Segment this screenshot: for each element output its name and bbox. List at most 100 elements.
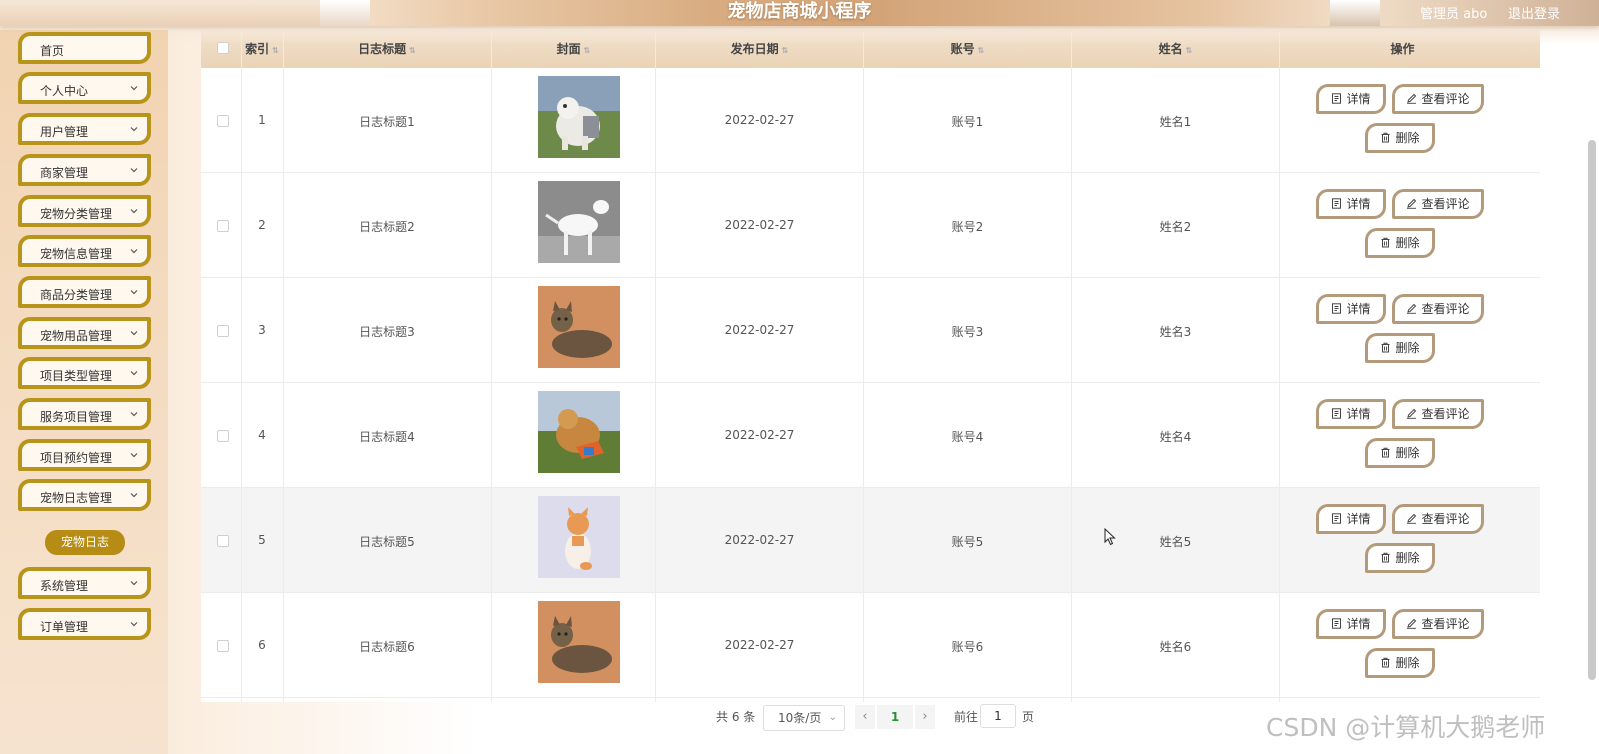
- column-header-label: 索引: [245, 42, 270, 56]
- chevron-down-icon: [130, 209, 138, 214]
- prev-page-button[interactable]: ‹: [855, 705, 875, 729]
- chevron-down-icon: [130, 581, 138, 586]
- view-comments-button-label: 查看评论: [1421, 197, 1470, 211]
- column-header-label: 姓名: [1158, 42, 1183, 56]
- sort-icon: ⇅: [1185, 46, 1193, 55]
- chevron-down-icon: [130, 249, 138, 254]
- row-date: 2022-02-27: [724, 533, 795, 547]
- cover-image[interactable]: [538, 181, 620, 263]
- row-name: 姓名2: [1159, 220, 1192, 234]
- chevron-left-icon: ‹: [862, 709, 868, 724]
- sidebar-item-pet-info[interactable]: 宠物信息管理: [18, 235, 151, 267]
- detail-button-label: 详情: [1346, 92, 1371, 106]
- mouse-cursor-icon: [1104, 528, 1116, 546]
- detail-button[interactable]: 详情: [1316, 84, 1386, 114]
- document-icon: [1332, 513, 1342, 524]
- sidebar-item-project-booking[interactable]: 项目预约管理: [18, 439, 151, 471]
- row-title: 日志标题3: [359, 325, 415, 339]
- sidebar-item-personal-center[interactable]: 个人中心: [18, 72, 151, 104]
- chevron-down-icon: [130, 412, 138, 417]
- column-header-label: 封面: [556, 42, 581, 56]
- delete-button[interactable]: 删除: [1365, 648, 1435, 678]
- logout-link[interactable]: 退出登录: [1508, 3, 1560, 22]
- row-title: 日志标题5: [359, 535, 415, 549]
- detail-button-label: 详情: [1346, 197, 1371, 211]
- top-header: 宠物店商城小程序 管理员 abo 退出登录: [0, 0, 1599, 26]
- delete-button[interactable]: 删除: [1365, 543, 1435, 573]
- chevron-down-icon: [130, 493, 138, 498]
- view-comments-button[interactable]: 查看评论: [1392, 294, 1484, 324]
- chevron-down-icon: [130, 622, 138, 627]
- row-checkbox[interactable]: [217, 325, 229, 337]
- view-comments-button[interactable]: 查看评论: [1392, 504, 1484, 534]
- delete-button[interactable]: 删除: [1365, 333, 1435, 363]
- sidebar-item-pet-supplies[interactable]: 宠物用品管理: [18, 317, 151, 349]
- delete-button[interactable]: 删除: [1365, 123, 1435, 153]
- document-icon: [1332, 303, 1342, 314]
- detail-button[interactable]: 详情: [1316, 189, 1386, 219]
- cover-image[interactable]: [538, 601, 620, 683]
- chevron-down-icon: [130, 127, 138, 132]
- trash-icon: [1381, 447, 1390, 458]
- view-comments-button[interactable]: 查看评论: [1392, 609, 1484, 639]
- sidebar-item-pet-categories[interactable]: 宠物分类管理: [18, 195, 151, 227]
- detail-button-label: 详情: [1346, 617, 1371, 631]
- sidebar-item-orders[interactable]: 订单管理: [18, 608, 151, 640]
- delete-button-label: 删除: [1395, 656, 1420, 670]
- detail-button[interactable]: 详情: [1316, 609, 1386, 639]
- sidebar-item-home[interactable]: 首页: [18, 32, 151, 64]
- view-comments-button[interactable]: 查看评论: [1392, 84, 1484, 114]
- table-row: 4 日志标题4 2022-02-27 账号4 姓名4 详情 查看评论 删除: [201, 383, 1540, 488]
- row-date: 2022-02-27: [724, 323, 795, 337]
- trash-icon: [1381, 342, 1390, 353]
- edit-icon: [1407, 93, 1417, 104]
- row-checkbox[interactable]: [217, 640, 229, 652]
- view-comments-button[interactable]: 查看评论: [1392, 189, 1484, 219]
- view-comments-button[interactable]: 查看评论: [1392, 399, 1484, 429]
- detail-button[interactable]: 详情: [1316, 294, 1386, 324]
- edit-icon: [1407, 303, 1417, 314]
- sort-icon: ⇅: [409, 46, 416, 55]
- row-account: 账号6: [951, 640, 984, 654]
- sidebar-item-project-types[interactable]: 项目类型管理: [18, 357, 151, 389]
- row-checkbox[interactable]: [217, 535, 229, 547]
- watermark: CSDN @计算机大鹅老师: [1266, 713, 1546, 742]
- page-number-current[interactable]: 1: [877, 705, 913, 729]
- sidebar-item-pet-log[interactable]: 宠物日志管理: [18, 479, 151, 511]
- cover-image[interactable]: [538, 391, 620, 473]
- scrollbar[interactable]: [1588, 140, 1596, 680]
- view-comments-button-label: 查看评论: [1421, 92, 1470, 106]
- delete-button[interactable]: 删除: [1365, 228, 1435, 258]
- column-divider: [491, 30, 492, 702]
- sidebar-item-label: 系统管理: [40, 579, 89, 593]
- row-checkbox[interactable]: [217, 220, 229, 232]
- delete-button[interactable]: 删除: [1365, 438, 1435, 468]
- goto-page-input[interactable]: [980, 704, 1016, 728]
- row-checkbox[interactable]: [217, 430, 229, 442]
- chevron-down-icon: [130, 168, 138, 173]
- table-row: 1 日志标题1 2022-02-27 账号1 姓名1 详情 查看评论 删除: [201, 68, 1540, 173]
- next-page-button[interactable]: ›: [915, 705, 935, 729]
- sort-icon: ⇅: [272, 46, 279, 55]
- page-size-select[interactable]: 10条/页 ⌄: [763, 705, 845, 731]
- row-account: 账号2: [951, 220, 984, 234]
- cover-image[interactable]: [538, 286, 620, 368]
- sidebar-subitem-pet-log[interactable]: 宠物日志: [45, 530, 125, 555]
- row-index: 3: [258, 323, 266, 337]
- cover-image[interactable]: [538, 496, 620, 578]
- sidebar-item-service-projects[interactable]: 服务项目管理: [18, 398, 151, 430]
- sidebar-item-label: 项目预约管理: [40, 451, 113, 465]
- chevron-down-icon: [130, 86, 138, 91]
- sidebar-item-product-categories[interactable]: 商品分类管理: [18, 276, 151, 308]
- sidebar-item-system[interactable]: 系统管理: [18, 567, 151, 599]
- column-header-label: 账号: [950, 42, 975, 56]
- row-index: 5: [258, 533, 266, 547]
- detail-button[interactable]: 详情: [1316, 399, 1386, 429]
- cover-image[interactable]: [538, 76, 620, 158]
- detail-button[interactable]: 详情: [1316, 504, 1386, 534]
- sidebar-item-users[interactable]: 用户管理: [18, 113, 151, 145]
- detail-button-label: 详情: [1346, 512, 1371, 526]
- delete-button-label: 删除: [1395, 131, 1420, 145]
- row-checkbox[interactable]: [217, 115, 229, 127]
- sidebar-item-merchants[interactable]: 商家管理: [18, 154, 151, 186]
